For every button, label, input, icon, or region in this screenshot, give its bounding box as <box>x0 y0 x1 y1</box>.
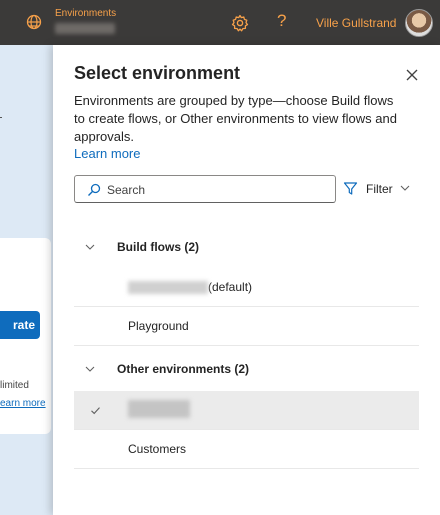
environment-row-customers[interactable]: Customers <box>74 430 419 469</box>
environment-icon[interactable] <box>25 13 43 31</box>
filter-icon <box>343 182 358 195</box>
redacted-name <box>128 400 190 418</box>
background-mark <box>0 117 2 118</box>
select-environment-panel: Select environment Environments are grou… <box>53 45 440 515</box>
background-text: limited <box>0 380 29 391</box>
filter-label: Filter <box>366 182 393 196</box>
panel-description: Environments are grouped by type—choose … <box>74 93 397 144</box>
redacted-name <box>128 281 208 295</box>
environment-name: Playground <box>128 319 189 333</box>
environment-name-redacted[interactable] <box>55 23 115 34</box>
avatar[interactable] <box>405 9 433 37</box>
help-icon[interactable]: ? <box>277 11 286 31</box>
search-box[interactable] <box>74 175 336 203</box>
chevron-down-icon <box>400 185 410 191</box>
user-name[interactable]: Ville Gullstrand <box>316 16 396 30</box>
search-icon <box>88 183 101 196</box>
group-header-other-environments[interactable]: Other environments (2) <box>74 354 419 384</box>
panel-title: Select environment <box>74 63 241 83</box>
chevron-down-icon <box>85 366 95 372</box>
background-learn-more-link[interactable]: earn more <box>0 398 46 409</box>
environment-row-playground[interactable]: Playground <box>74 307 419 346</box>
chevron-down-icon <box>85 244 95 250</box>
checkmark-icon <box>91 407 100 415</box>
environment-row-default[interactable]: (default) <box>74 268 419 307</box>
background-create-button[interactable]: rate <box>0 311 40 339</box>
top-bar: Environments ? Ville Gullstrand <box>0 0 440 45</box>
gear-icon[interactable] <box>231 14 249 32</box>
environment-name: Customers <box>128 442 187 456</box>
environment-label[interactable]: Environments <box>55 8 116 19</box>
environment-suffix: (default) <box>208 280 253 294</box>
environment-name <box>128 400 190 418</box>
search-input[interactable] <box>107 181 327 198</box>
group-label: Build flows (2) <box>117 240 199 254</box>
group-header-build-flows[interactable]: Build flows (2) <box>74 232 419 262</box>
environment-name: (default) <box>128 280 253 295</box>
group-label: Other environments (2) <box>117 362 250 376</box>
environment-row-selected[interactable] <box>74 391 419 430</box>
close-icon[interactable] <box>405 68 419 82</box>
learn-more-link[interactable]: Learn more <box>74 146 140 161</box>
